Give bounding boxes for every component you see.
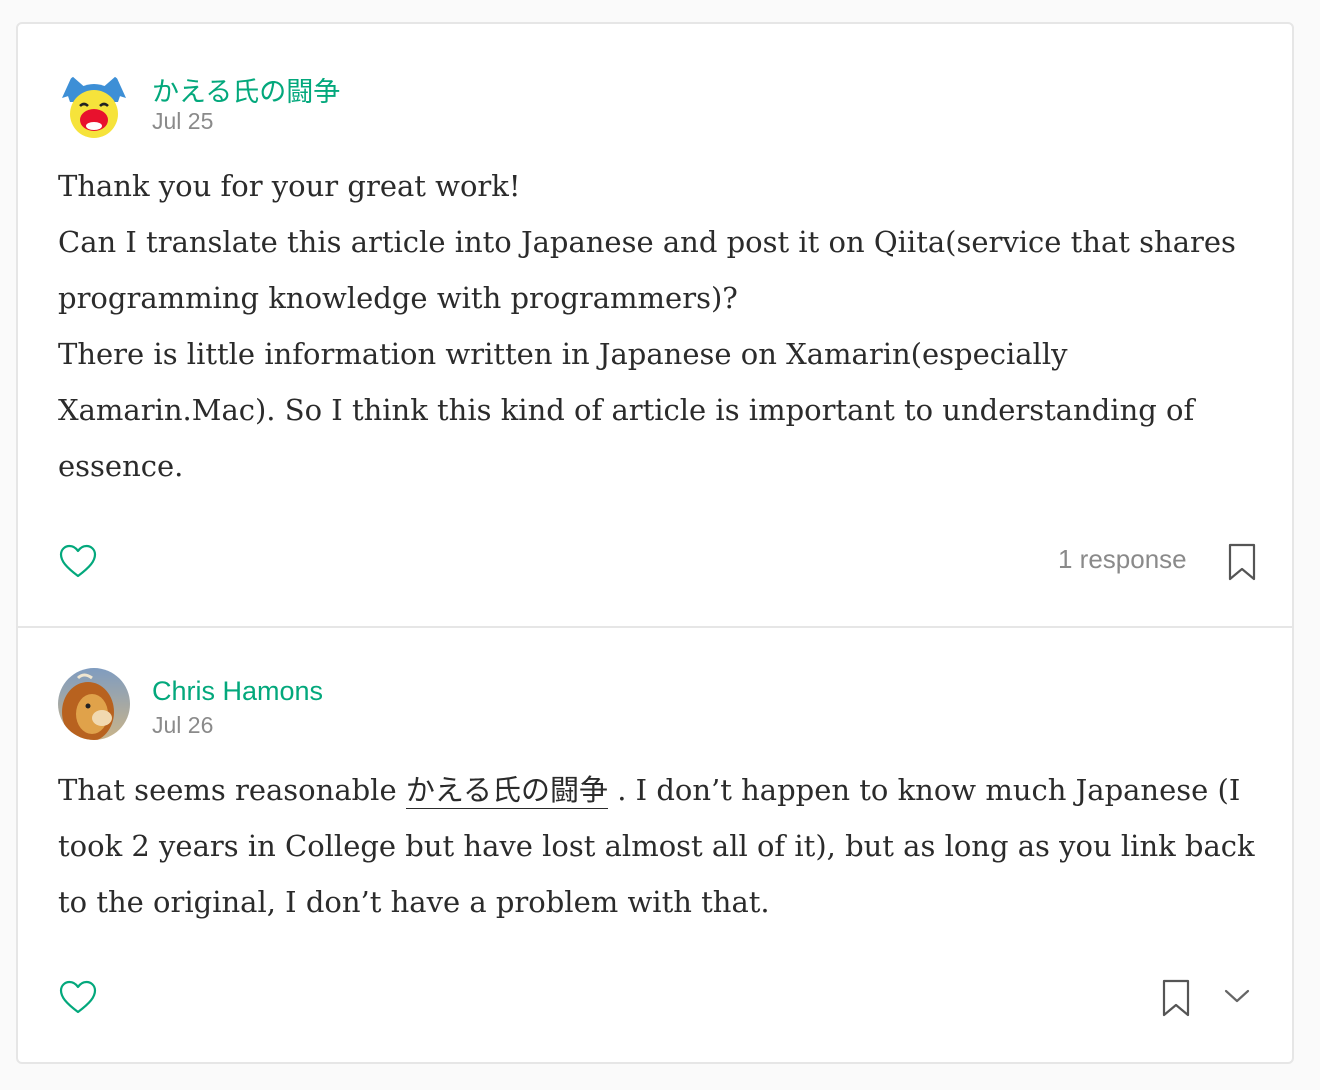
user-mention-link[interactable]: かえる氏の闘争	[405, 773, 608, 809]
heart-icon	[59, 980, 97, 1014]
author-name[interactable]: Chris Hamons	[152, 676, 323, 707]
bookmark-icon	[1162, 979, 1190, 1017]
comment-line: There is little information written in J…	[58, 337, 1195, 483]
more-options-button[interactable]	[1222, 984, 1252, 1013]
avatar[interactable]	[58, 668, 130, 740]
bookmark-icon	[1228, 543, 1256, 581]
responses-count-link[interactable]: 1 response	[1058, 544, 1187, 575]
comment-text: That seems reasonable かえる氏の闘争 . I don’t …	[58, 762, 1258, 930]
comment-line: Thank you for your great work!	[58, 169, 521, 203]
comment-line: Can I translate this article into Japane…	[58, 225, 1236, 315]
comment-date[interactable]: Jul 26	[152, 712, 213, 739]
comment-card: かえる氏の闘争 Jul 25 Thank you for your great …	[16, 22, 1294, 628]
comment-body: That seems reasonable かえる氏の闘争 . I don’t …	[58, 762, 1258, 930]
cartoon-avatar-icon	[58, 70, 130, 142]
avatar[interactable]	[58, 70, 130, 142]
comment-text-before: That seems reasonable	[58, 773, 406, 807]
lion-avatar-icon	[58, 668, 130, 740]
comment-card: Chris Hamons Jul 26 That seems reasonabl…	[16, 626, 1294, 1064]
bookmark-button[interactable]	[1226, 542, 1258, 587]
bookmark-button[interactable]	[1160, 978, 1192, 1023]
like-button[interactable]	[58, 978, 98, 1023]
comment-body: Thank you for your great work! Can I tra…	[58, 158, 1258, 494]
chevron-down-icon	[1224, 989, 1250, 1003]
heart-icon	[59, 544, 97, 578]
author-name[interactable]: かえる氏の闘争	[152, 70, 340, 109]
comment-date[interactable]: Jul 25	[152, 108, 213, 135]
like-button[interactable]	[58, 542, 98, 587]
